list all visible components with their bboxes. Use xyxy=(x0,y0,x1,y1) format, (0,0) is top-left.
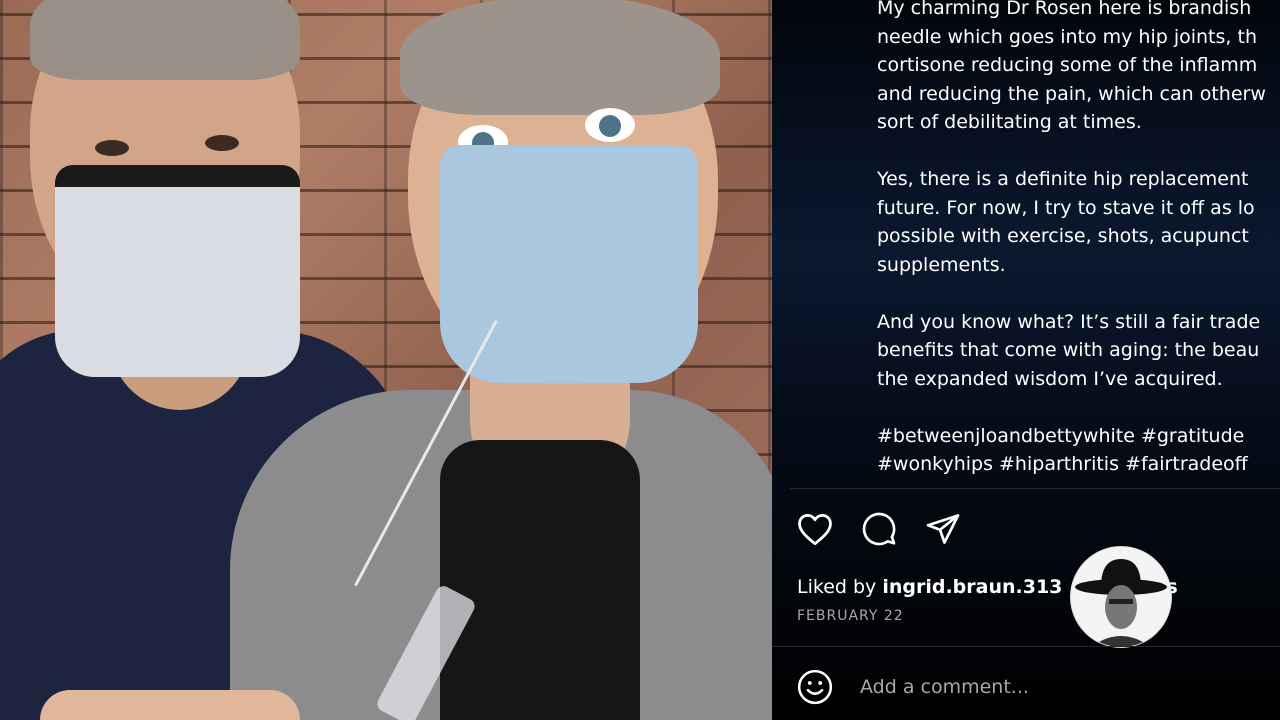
person-a-right-eye xyxy=(205,135,239,151)
person-b-face-mask xyxy=(440,145,698,383)
post-details-panel: My charming Dr Rosen here is brandish ne… xyxy=(772,0,1280,720)
comment-bar xyxy=(796,668,1242,706)
post-date: FEBRUARY 22 xyxy=(797,608,904,624)
like-button[interactable] xyxy=(796,510,834,548)
hashtag-line[interactable]: #betweenjloandbettywhite #gratitude xyxy=(877,422,1280,451)
divider xyxy=(772,646,1280,647)
caption-paragraph-1: My charming Dr Rosen here is brandish ne… xyxy=(877,0,1280,137)
heart-icon xyxy=(798,514,832,546)
caption-line: future. For now, I try to stave it off a… xyxy=(877,196,1255,219)
comment-input[interactable] xyxy=(858,675,1242,699)
person-b-hair xyxy=(400,0,720,115)
caption-line: and reducing the pain, which can otherw xyxy=(877,82,1266,105)
caption-line: the expanded wisdom I’ve acquired. xyxy=(877,367,1223,390)
caption-line: possible with exercise, shots, acupunct xyxy=(877,225,1249,247)
liker-username[interactable]: ingrid.braun.313 xyxy=(882,576,1062,598)
person-a-hair xyxy=(30,0,300,80)
person-a-left-eye xyxy=(95,140,129,156)
post-actions xyxy=(796,510,962,550)
caption-line: Yes, there is a definite hip replacement xyxy=(877,168,1249,190)
comment-bubble-icon xyxy=(862,512,896,546)
caption-hashtags[interactable]: #betweenjloandbettywhite #gratitude #won… xyxy=(877,422,1280,479)
avatar[interactable] xyxy=(1070,546,1172,648)
share-button[interactable] xyxy=(924,510,962,548)
hand-thumb xyxy=(40,690,300,720)
smiley-icon[interactable] xyxy=(796,668,834,706)
divider xyxy=(790,488,1280,489)
person-b-shirt xyxy=(440,440,640,720)
caption-line: My charming Dr Rosen here is brandish xyxy=(877,0,1252,19)
avatar-portrait-icon xyxy=(1075,559,1167,647)
caption-line: supplements. xyxy=(877,253,1006,276)
caption-line: benefits that come with aging: the beau xyxy=(877,339,1260,361)
hashtag-line[interactable]: #wonkyhips #hiparthritis #fairtradeoff xyxy=(877,450,1280,479)
post-caption: My charming Dr Rosen here is brandish ne… xyxy=(877,0,1280,507)
paper-plane-icon xyxy=(926,514,960,544)
caption-paragraph-2: Yes, there is a definite hip replacement… xyxy=(877,165,1280,279)
person-a-face-mask xyxy=(55,165,300,377)
caption-line: sort of debilitating at times. xyxy=(877,111,1142,133)
post-photo[interactable] xyxy=(0,0,772,720)
likes-prefix: Liked by xyxy=(797,576,883,598)
caption-line: needle which goes into my hip joints, th xyxy=(877,25,1257,48)
comment-button[interactable] xyxy=(860,510,898,548)
caption-line: And you know what? It’s still a fair tra… xyxy=(877,310,1261,333)
person-b-right-eye xyxy=(585,108,635,142)
caption-line: cortisone reducing some of the inflamm xyxy=(877,54,1258,76)
caption-paragraph-3: And you know what? It’s still a fair tra… xyxy=(877,308,1280,394)
